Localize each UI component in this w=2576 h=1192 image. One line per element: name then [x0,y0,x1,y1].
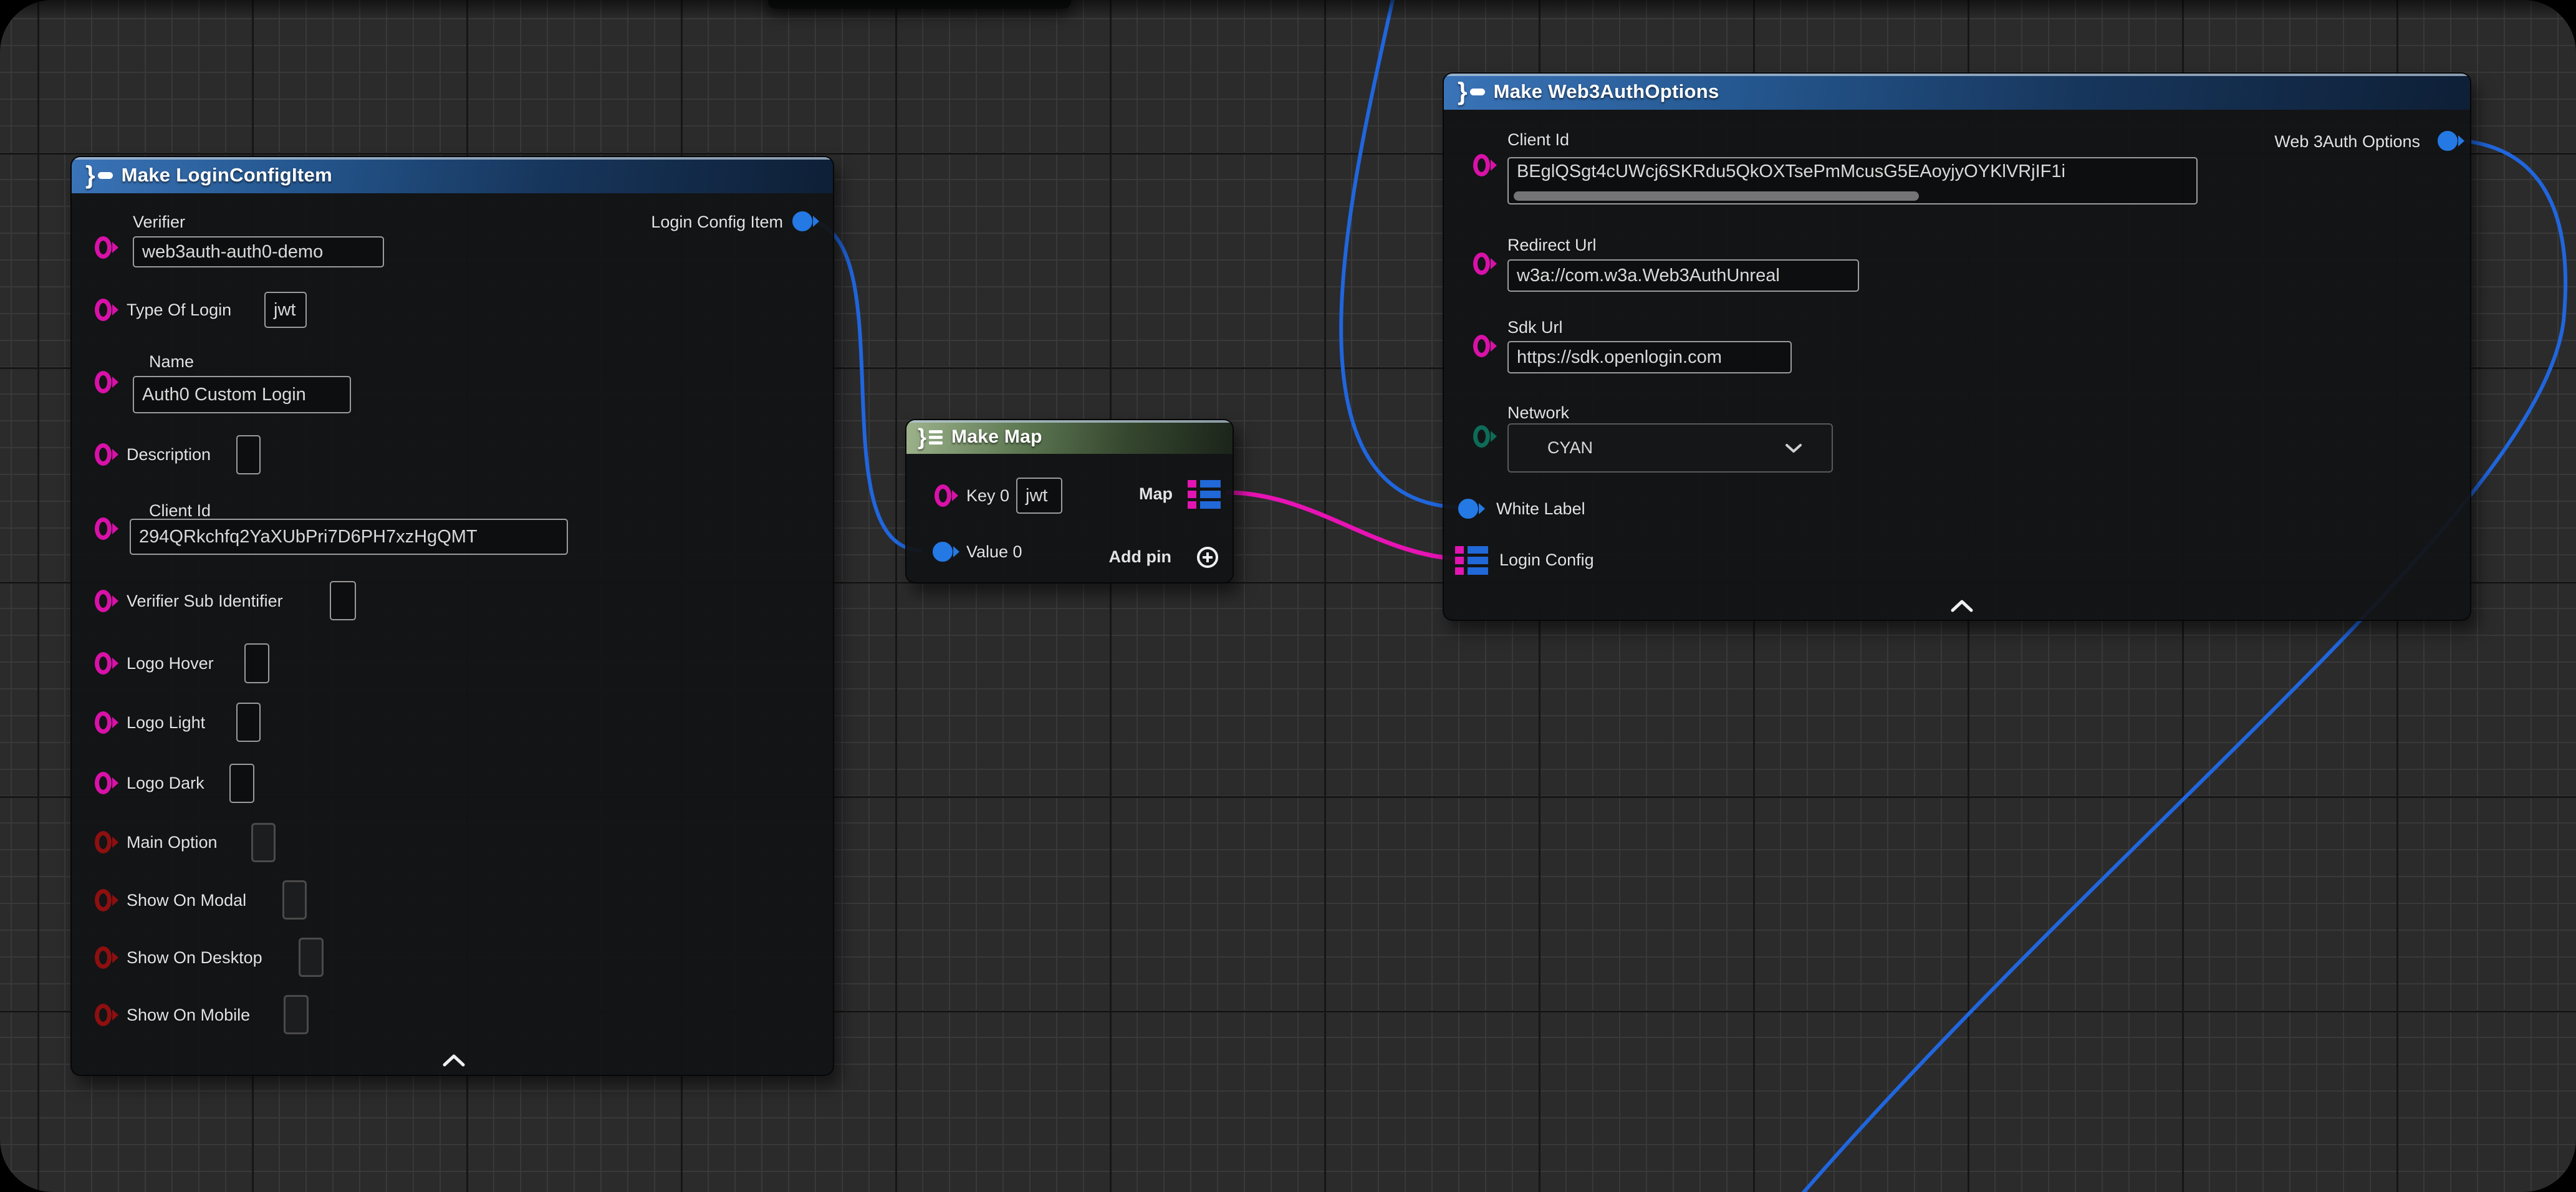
input-pin-show-on-mobile[interactable] [95,1004,112,1026]
output-pin-map[interactable] [1188,479,1221,509]
pin-label-key0: Key 0 [966,486,1009,506]
input-pin-logo-hover[interactable] [95,652,112,675]
pin-label-logo-light: Logo Light [127,713,205,733]
logo-dark-field[interactable] [229,764,254,803]
output-pin-web3auth-options[interactable] [2438,131,2458,151]
node-make-loginconfigitem[interactable]: } Make LoginConfigItem Login Config Item… [70,156,834,1076]
pin-label-type-of-login: Type Of Login [127,300,231,320]
pin-label-logo-hover: Logo Hover [127,653,214,673]
node-header-make-map[interactable]: } Make Map [906,420,1233,454]
network-dropdown[interactable]: CYAN [1507,423,1833,473]
pin-label-show-on-desktop: Show On Desktop [127,948,262,968]
show-on-modal-checkbox[interactable] [282,880,307,920]
pin-label-sdk-url: Sdk Url [1507,317,1563,337]
sdk-url-field[interactable]: https://sdk.openlogin.com [1507,341,1792,373]
logo-hover-field[interactable] [244,643,269,683]
add-pin-label[interactable]: Add pin [1109,547,1171,567]
input-pin-login-config[interactable] [1455,546,1489,575]
network-selected-value: CYAN [1547,438,1593,458]
output-pin-label: Web 3Auth Options [2274,132,2420,151]
description-field[interactable] [236,435,261,474]
pin-label-main-option: Main Option [127,832,218,852]
name-field[interactable]: Auth0 Custom Login [133,376,351,413]
pin-label-description: Description [127,445,211,464]
input-pin-name[interactable] [95,371,112,393]
output-pin-login-config-item[interactable] [792,211,812,231]
node-make-web3authoptions[interactable]: } Make Web3AuthOptions Web 3Auth Options… [1443,72,2471,621]
node-header-make-web3authoptions[interactable]: } Make Web3AuthOptions [1444,74,2470,110]
collapse-chevron-icon[interactable] [442,1054,466,1067]
input-pin-white-label[interactable] [1458,499,1478,519]
node-title: Make Map [951,426,1042,448]
node-title: Make LoginConfigItem [122,164,332,186]
pin-label-white-label: White Label [1496,499,1585,519]
input-pin-network[interactable] [1473,425,1490,448]
pin-label-login-config: Login Config [1499,550,1594,570]
verifier-field[interactable]: web3auth-auth0-demo [133,236,384,267]
input-pin-description[interactable] [95,443,112,466]
input-pin-verifier-sub-identifier[interactable] [95,590,112,612]
input-pin-logo-light[interactable] [95,711,112,734]
node-header-make-loginconfigitem[interactable]: } Make LoginConfigItem [72,157,833,193]
make-map-icon: } [918,425,943,449]
input-pin-main-option[interactable] [95,831,112,853]
node-title: Make Web3AuthOptions [1494,80,1719,103]
input-pin-show-on-modal[interactable] [95,889,112,911]
output-pin-label: Login Config Item [651,212,783,232]
chevron-down-icon [1784,443,1803,454]
input-pin-verifier[interactable] [95,236,112,259]
pin-label-redirect-url: Redirect Url [1507,235,1597,255]
input-pin-show-on-desktop[interactable] [95,946,112,969]
key0-field[interactable]: jwt [1016,478,1062,514]
pin-label-verifier-sub-identifier: Verifier Sub Identifier [127,591,283,611]
pin-label-name: Name [149,352,194,372]
pin-label-client-id: Client Id [1507,130,1569,150]
pin-label-network: Network [1507,403,1569,423]
pin-label-show-on-modal: Show On Modal [127,890,246,910]
logo-light-field[interactable] [236,703,261,742]
show-on-desktop-checkbox[interactable] [299,938,324,977]
pin-label-show-on-mobile: Show On Mobile [127,1005,250,1025]
input-pin-client-id[interactable] [95,517,112,540]
make-struct-icon: } [85,163,113,188]
client-id-scrollbar[interactable] [1514,191,1919,201]
node-make-map[interactable]: } Make Map Key 0 jwt Map Value 0 Add pin [905,419,1234,584]
input-pin-key0[interactable] [935,484,951,507]
show-on-mobile-checkbox[interactable] [284,995,309,1034]
input-pin-redirect-url[interactable] [1473,252,1490,275]
blueprint-graph-canvas[interactable]: } Make LoginConfigItem Login Config Item… [0,0,2576,1192]
offscreen-node-stub [768,0,1071,9]
pin-label-client-id: Client Id [149,501,211,521]
input-pin-sdk-url[interactable] [1473,335,1490,357]
input-pin-client-id[interactable] [1473,154,1490,176]
pin-label-logo-dark: Logo Dark [127,773,204,793]
input-pin-value0[interactable] [933,542,953,562]
output-pin-label-map: Map [1139,484,1173,504]
pin-label-value0: Value 0 [966,542,1022,562]
collapse-chevron-icon[interactable] [1950,599,1974,613]
make-struct-icon: } [1458,79,1485,104]
verifier-sub-identifier-field[interactable] [330,581,356,620]
type-of-login-field[interactable]: jwt [264,292,307,328]
add-pin-icon[interactable] [1196,546,1219,569]
main-option-checkbox[interactable] [251,823,276,862]
client-id-field[interactable]: 294QRkchfq2YaXUbPri7D6PH7xzHgQMT [130,519,568,555]
input-pin-logo-dark[interactable] [95,772,112,794]
pin-label-verifier: Verifier [133,212,185,232]
input-pin-type-of-login[interactable] [95,299,112,321]
redirect-url-field[interactable]: w3a://com.w3a.Web3AuthUnreal [1507,259,1859,292]
